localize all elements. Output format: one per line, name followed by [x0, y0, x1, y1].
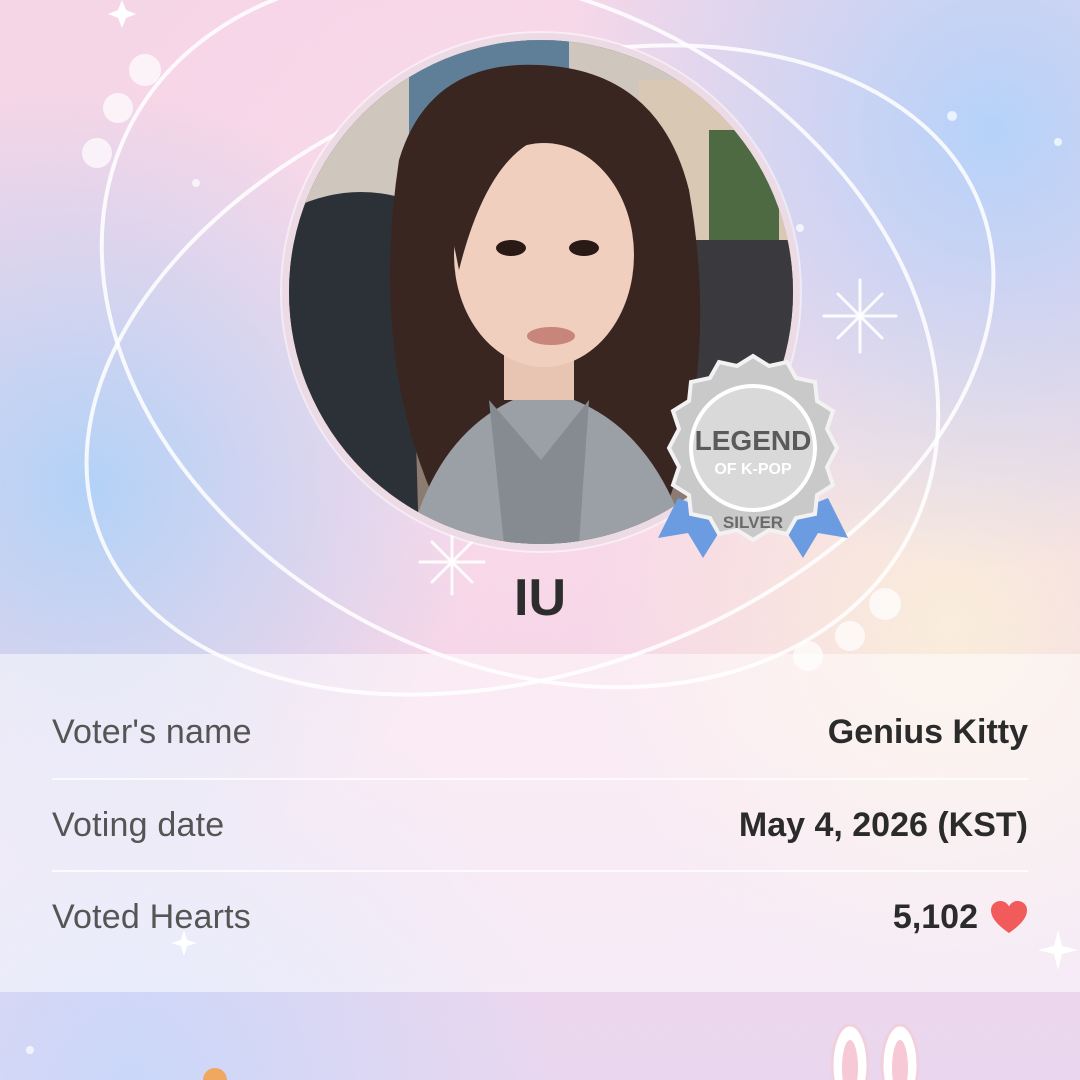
legend-of-kpop-silver-badge: LEGEND OF K-POP SILVER: [648, 348, 858, 573]
voting-date-row: Voting date May 4, 2026 (KST): [52, 778, 1028, 870]
voter-name-label: Voter's name: [52, 712, 252, 751]
artist-name: IU: [514, 569, 566, 627]
heart-icon: [990, 900, 1028, 934]
voted-hearts-container: 5,102: [893, 898, 1028, 937]
vote-info-panel: Voter's name Genius Kitty Voting date Ma…: [0, 654, 1080, 992]
voting-date-value: May 4, 2026 (KST): [738, 805, 1028, 844]
sparkle-icon: [822, 278, 898, 354]
bunny-ears-decoration: [820, 1020, 930, 1080]
voter-name-row: Voter's name Genius Kitty: [52, 686, 1028, 778]
voted-hearts-row: Voted Hearts 5,102: [52, 870, 1028, 962]
voted-hearts-label: Voted Hearts: [52, 897, 251, 936]
voter-name-value: Genius Kitty: [827, 712, 1028, 751]
badge-tier: SILVER: [723, 513, 783, 532]
badge-title: LEGEND: [695, 425, 812, 456]
voted-hearts-value: 5,102: [892, 897, 978, 936]
badge-subtitle: OF K-POP: [714, 461, 792, 478]
voting-date-label: Voting date: [52, 805, 225, 844]
